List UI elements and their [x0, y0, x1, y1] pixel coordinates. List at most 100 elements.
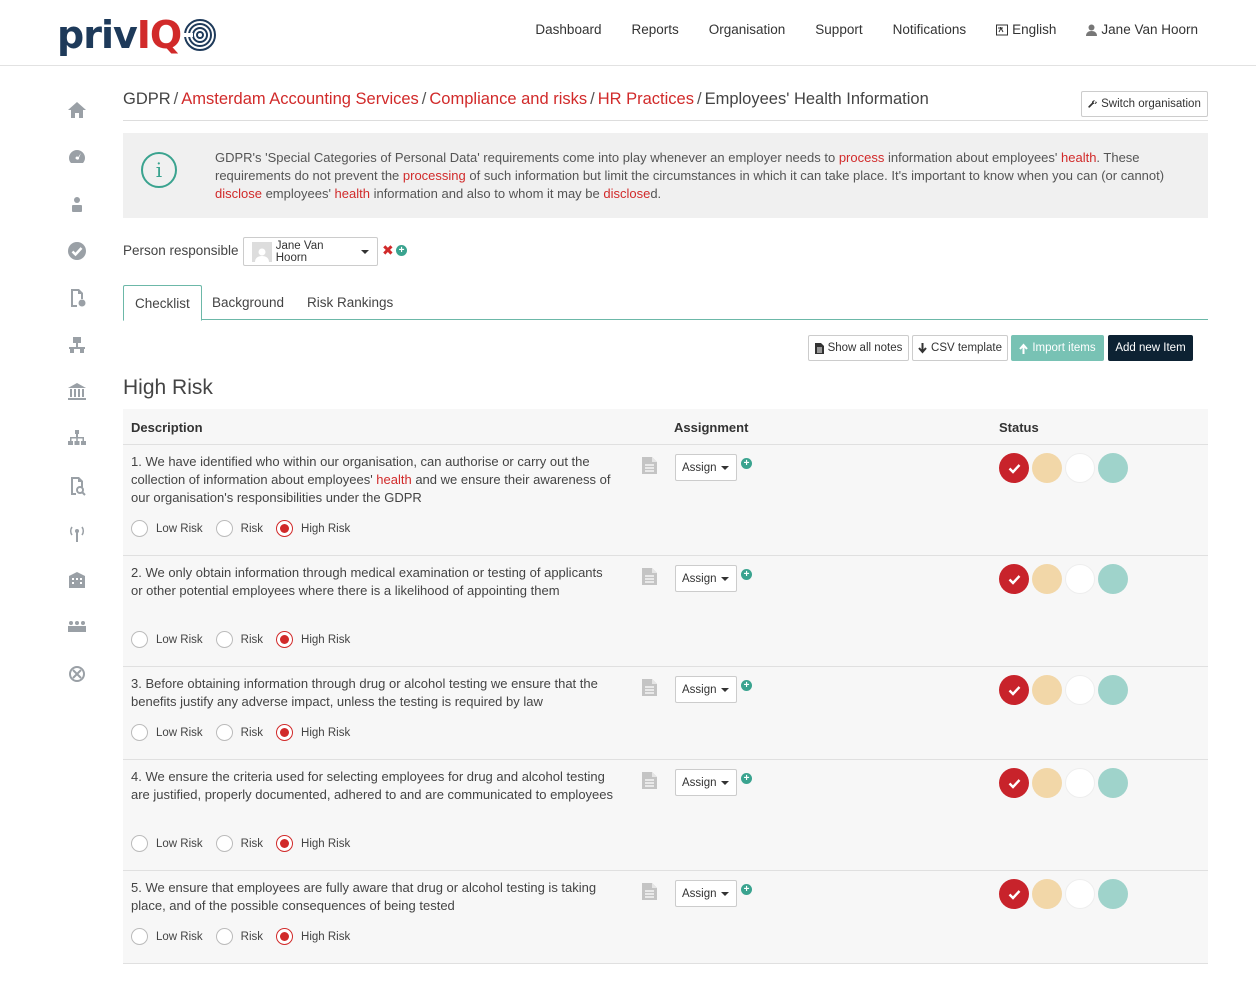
nav-dashboard[interactable]: Dashboard	[535, 22, 601, 37]
glossary-link[interactable]: disclose	[603, 186, 650, 201]
show-all-notes-button[interactable]: Show all notes	[808, 335, 909, 361]
nav-support[interactable]: Support	[815, 22, 862, 37]
risk-option-high-risk[interactable]: High Risk	[276, 928, 350, 945]
risk-option-high-risk[interactable]: High Risk	[276, 520, 350, 537]
sidebar-item-group[interactable]	[58, 603, 96, 650]
risk-option-low-risk[interactable]: Low Risk	[131, 835, 203, 852]
status-none[interactable]	[1065, 879, 1095, 909]
radio-button[interactable]	[131, 631, 148, 648]
radio-button[interactable]	[276, 835, 294, 852]
note-icon[interactable]	[642, 772, 657, 789]
risk-option-high-risk[interactable]: High Risk	[276, 724, 350, 741]
add-assignee-icon[interactable]: +	[741, 884, 752, 895]
glossary-link[interactable]: processing	[403, 168, 466, 183]
risk-option-risk[interactable]: Risk	[215, 724, 263, 741]
remove-person-icon[interactable]: ✖	[382, 243, 394, 257]
sidebar-item-building[interactable]	[58, 556, 96, 603]
risk-option-high-risk[interactable]: High Risk	[276, 835, 350, 852]
sidebar-item-dashboard-gauge[interactable]	[58, 133, 96, 180]
breadcrumb-link[interactable]: Amsterdam Accounting Services	[181, 90, 419, 108]
glossary-link[interactable]: health	[376, 472, 411, 487]
risk-option-risk[interactable]: Risk	[215, 928, 263, 945]
add-assignee-icon[interactable]: +	[741, 458, 752, 469]
note-icon[interactable]	[642, 883, 657, 900]
sidebar-item-share-x[interactable]	[58, 650, 96, 697]
switch-organisation-button[interactable]: Switch organisation	[1081, 91, 1208, 117]
status-partial[interactable]	[1032, 879, 1062, 909]
status-partial[interactable]	[1032, 675, 1062, 705]
add-person-icon[interactable]: +	[396, 245, 407, 256]
csv-template-button[interactable]: CSV template	[912, 335, 1008, 361]
radio-button[interactable]	[131, 520, 148, 537]
assign-select[interactable]: Assign	[675, 769, 737, 796]
status-done[interactable]	[999, 879, 1029, 909]
glossary-link[interactable]: health	[1061, 150, 1096, 165]
risk-option-low-risk[interactable]: Low Risk	[131, 631, 203, 648]
note-icon[interactable]	[642, 679, 657, 696]
status-not-applicable[interactable]	[1098, 564, 1128, 594]
priviq-logo[interactable]: privIQ	[57, 14, 217, 56]
radio-button[interactable]	[215, 520, 233, 537]
radio-button[interactable]	[131, 928, 148, 945]
radio-button[interactable]	[276, 928, 294, 945]
assign-select[interactable]: Assign	[675, 565, 737, 592]
risk-option-low-risk[interactable]: Low Risk	[131, 520, 203, 537]
status-not-applicable[interactable]	[1098, 879, 1128, 909]
nav-notifications[interactable]: Notifications	[893, 22, 967, 37]
sidebar-item-check-circle[interactable]	[58, 227, 96, 274]
risk-option-risk[interactable]: Risk	[215, 520, 263, 537]
risk-option-low-risk[interactable]: Low Risk	[131, 928, 203, 945]
add-new-item-button[interactable]: Add new Item	[1108, 335, 1193, 361]
sidebar-item-home[interactable]	[58, 86, 96, 133]
assign-select[interactable]: Assign	[675, 880, 737, 907]
note-icon[interactable]	[642, 457, 657, 474]
status-done[interactable]	[999, 675, 1029, 705]
status-not-applicable[interactable]	[1098, 453, 1128, 483]
sidebar-item-document-gear[interactable]	[58, 274, 96, 321]
glossary-link[interactable]: disclose	[215, 186, 262, 201]
nav-reports[interactable]: Reports	[631, 22, 678, 37]
sidebar-item-bank[interactable]	[58, 368, 96, 415]
radio-button[interactable]	[131, 835, 148, 852]
breadcrumb-link[interactable]: HR Practices	[598, 90, 694, 108]
radio-button[interactable]	[276, 631, 294, 648]
status-partial[interactable]	[1032, 564, 1062, 594]
radio-button[interactable]	[131, 724, 148, 741]
radio-button[interactable]	[276, 520, 294, 537]
sidebar-item-document-search[interactable]	[58, 462, 96, 509]
nav-organisation[interactable]: Organisation	[709, 22, 786, 37]
sidebar-item-network[interactable]	[58, 321, 96, 368]
note-icon[interactable]	[642, 568, 657, 585]
glossary-link[interactable]: process	[839, 150, 885, 165]
risk-option-low-risk[interactable]: Low Risk	[131, 724, 203, 741]
breadcrumb-root[interactable]: GDPR	[123, 90, 171, 108]
status-done[interactable]	[999, 768, 1029, 798]
status-partial[interactable]	[1032, 768, 1062, 798]
risk-option-risk[interactable]: Risk	[215, 631, 263, 648]
radio-button[interactable]	[215, 835, 233, 852]
tab-checklist[interactable]: Checklist	[123, 285, 202, 321]
nav-jane-van-hoorn[interactable]: Jane Van Hoorn	[1086, 22, 1198, 37]
status-not-applicable[interactable]	[1098, 675, 1128, 705]
status-not-applicable[interactable]	[1098, 768, 1128, 798]
tab-background[interactable]: Background	[201, 285, 295, 320]
risk-option-high-risk[interactable]: High Risk	[276, 631, 350, 648]
import-items-button[interactable]: Import items	[1011, 335, 1104, 361]
status-done[interactable]	[999, 453, 1029, 483]
status-none[interactable]	[1065, 453, 1095, 483]
assign-select[interactable]: Assign	[675, 676, 737, 703]
status-none[interactable]	[1065, 564, 1095, 594]
sidebar-item-org-chart[interactable]	[58, 415, 96, 462]
status-none[interactable]	[1065, 768, 1095, 798]
tab-risk-rankings[interactable]: Risk Rankings	[296, 285, 404, 320]
add-assignee-icon[interactable]: +	[741, 773, 752, 784]
add-assignee-icon[interactable]: +	[741, 569, 752, 580]
assign-select[interactable]: Assign	[675, 454, 737, 481]
person-responsible-select[interactable]: Jane Van Hoorn	[243, 237, 378, 266]
sidebar-item-broadcast[interactable]	[58, 509, 96, 556]
glossary-link[interactable]: health	[335, 186, 370, 201]
radio-button[interactable]	[215, 631, 233, 648]
nav-english[interactable]: English	[996, 22, 1056, 37]
risk-option-risk[interactable]: Risk	[215, 835, 263, 852]
radio-button[interactable]	[276, 724, 294, 741]
